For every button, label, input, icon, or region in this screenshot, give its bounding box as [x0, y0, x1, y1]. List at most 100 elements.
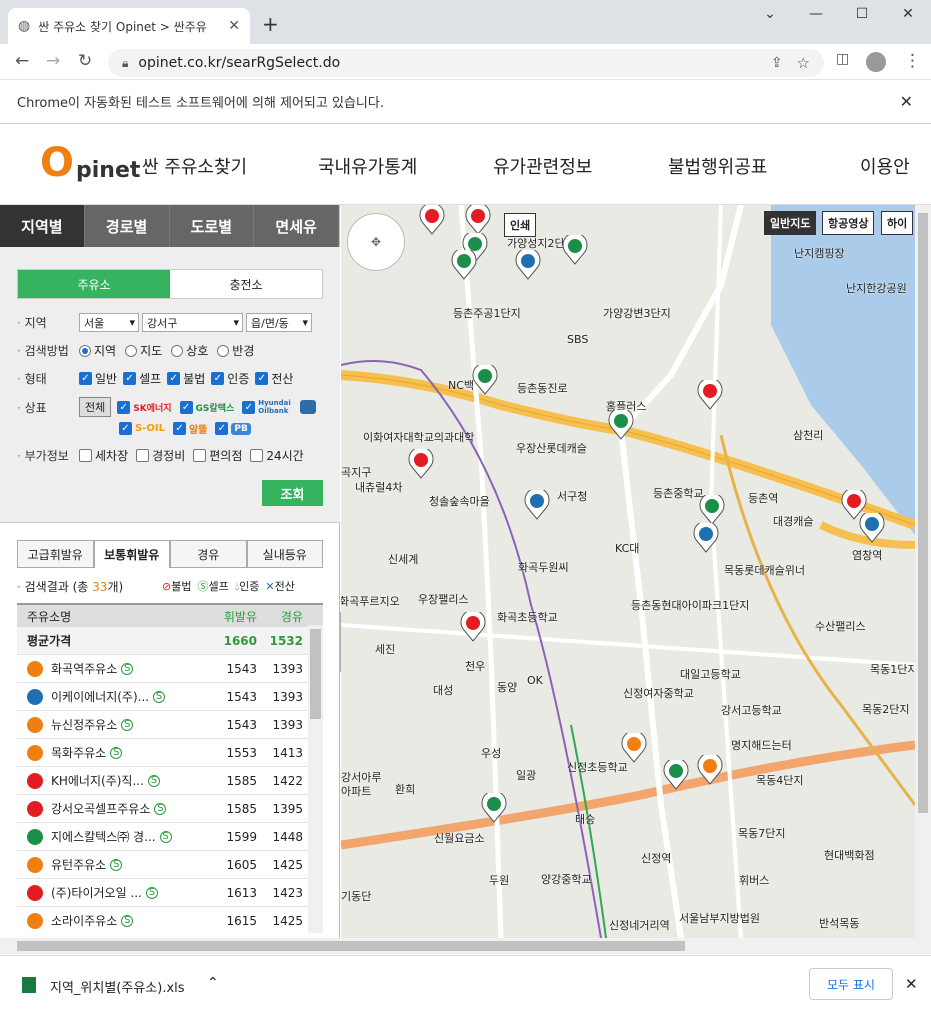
dong-select[interactable]: 읍/면/동 — [246, 313, 312, 332]
gas-station-marker-icon[interactable] — [663, 760, 689, 790]
map-pan-control[interactable]: ✥ — [347, 213, 405, 271]
method-name-radio[interactable]: 상호 — [171, 342, 208, 359]
sido-select[interactable]: 서울 — [79, 313, 139, 332]
chevron-down-icon[interactable]: ⌄ — [750, 6, 790, 22]
method-radius-radio[interactable]: 반경 — [217, 342, 254, 359]
menu-price-info[interactable]: 유가관련정보 — [493, 153, 592, 179]
back-icon[interactable]: ← — [15, 51, 29, 71]
brand-sk-checkbox[interactable]: ✓ — [117, 400, 131, 414]
brand-pb-checkbox[interactable]: ✓ — [215, 422, 229, 435]
station-name[interactable]: (주)타이거오일 ... — [51, 884, 142, 901]
brand-gs-checkbox[interactable]: ✓ — [179, 400, 193, 414]
table-row[interactable]: 뉴신정주유소 S 1543 1393 — [17, 711, 323, 739]
tab-region[interactable]: 지역별 — [0, 205, 85, 247]
page-horizontal-scrollbar[interactable] — [0, 938, 931, 954]
maximize-icon[interactable]: ☐ — [842, 6, 882, 22]
map-view[interactable]: ✥ 일반지도 항공영상 하이 인쇄 가양성지2단 난지캠핑장 난지한강공원 등촌주공1… — [341, 205, 915, 938]
tab-road[interactable]: 도로별 — [169, 205, 255, 247]
table-row[interactable]: 목화주유소 S 1553 1413 — [17, 739, 323, 767]
header-diesel[interactable]: 경유 — [257, 608, 303, 625]
menu-usage[interactable]: 이용안 — [860, 153, 910, 179]
station-name[interactable]: KH에너지(주)직... — [51, 772, 144, 789]
gas-station-marker-icon[interactable] — [419, 205, 445, 235]
menu-cheap-station[interactable]: 싼 주유소찾기 — [142, 153, 247, 179]
tab-diesel[interactable]: 경유 — [170, 540, 247, 568]
table-row[interactable]: 화곡역주유소 S 1543 1393 — [17, 655, 323, 683]
minimize-icon[interactable]: — — [796, 6, 836, 22]
forward-icon[interactable]: → — [46, 51, 60, 71]
gas-station-marker-icon[interactable] — [515, 250, 541, 280]
tab-kerosene[interactable]: 실내등유 — [246, 540, 323, 568]
gas-station-marker-icon[interactable] — [621, 733, 647, 763]
sigungu-select[interactable]: 강서구 — [142, 313, 243, 332]
brand-soil-checkbox[interactable]: ✓ — [119, 422, 132, 435]
table-row[interactable]: 유턴주유소 S 1605 1425 — [17, 851, 323, 879]
extra-store-checkbox[interactable]: 편의점 — [193, 447, 242, 464]
gas-station-marker-icon[interactable] — [697, 755, 723, 785]
menu-icon[interactable]: ⋮ — [904, 51, 921, 71]
download-filename[interactable]: 지역_위치별(주유소).xls — [50, 977, 185, 996]
print-button[interactable]: 인쇄 — [504, 213, 537, 237]
gas-station-marker-icon[interactable] — [693, 523, 719, 553]
type-computer-checkbox[interactable]: ✓ 전산 — [255, 370, 293, 387]
type-illegal-checkbox[interactable]: ✓ 불법 — [167, 370, 205, 387]
brand-hd-checkbox[interactable]: ✓ — [242, 400, 256, 414]
map-type-hybrid[interactable]: 하이 — [881, 211, 914, 235]
tab-gas-station[interactable]: 주유소 — [18, 270, 170, 298]
close-download-bar-icon[interactable]: ✕ — [905, 975, 918, 993]
gas-station-marker-icon[interactable] — [460, 612, 486, 642]
gas-station-marker-icon[interactable] — [408, 449, 434, 479]
profile-icon[interactable] — [866, 52, 886, 72]
gas-station-marker-icon[interactable] — [562, 235, 588, 265]
gas-station-marker-icon[interactable] — [451, 250, 477, 280]
station-name[interactable]: 이케이에너지(주)... — [51, 688, 149, 705]
station-name[interactable]: 뉴신정주유소 — [51, 716, 117, 733]
table-row[interactable]: 이케이에너지(주)... S 1543 1393 — [17, 683, 323, 711]
new-tab-icon[interactable]: + — [262, 12, 279, 36]
page-vertical-scrollbar[interactable] — [915, 205, 931, 938]
opinet-logo[interactable]: O pinet — [40, 143, 140, 183]
map-type-normal[interactable]: 일반지도 — [764, 211, 817, 235]
station-name[interactable]: 유턴주유소 — [51, 856, 106, 873]
gas-station-marker-icon[interactable] — [481, 793, 507, 823]
station-name[interactable]: 화곡역주유소 — [51, 660, 117, 677]
address-bar[interactable]: 🔒︎ opinet.co.kr/searRgSelect.do ⇪ ☆ — [108, 49, 824, 77]
tab-regular-gasoline[interactable]: 보통휘발유 — [93, 540, 170, 568]
table-row[interactable]: 소라이주유소 S 1615 1425 — [17, 907, 323, 933]
station-name[interactable]: 지에스칼텍스㈜ 경... — [51, 828, 156, 845]
download-options-icon[interactable]: ⌃ — [207, 975, 219, 991]
type-certified-checkbox[interactable]: ✓ 인증 — [211, 370, 249, 387]
menu-illegal[interactable]: 불법행위공표 — [668, 153, 767, 179]
gas-station-marker-icon[interactable] — [697, 380, 723, 410]
type-general-checkbox[interactable]: ✓ 일반 — [79, 370, 117, 387]
header-name[interactable]: 주유소명 — [17, 608, 207, 625]
side-panel-icon[interactable]: ◫ — [836, 51, 849, 67]
table-row[interactable]: 강서오곡셀프주유소 S 1585 1395 — [17, 795, 323, 823]
gas-station-marker-icon[interactable] — [699, 495, 725, 525]
extra-carwash-checkbox[interactable]: 세차장 — [79, 447, 128, 464]
gas-station-marker-icon[interactable] — [465, 205, 491, 235]
tab-route[interactable]: 경로별 — [84, 205, 170, 247]
extra-24h-checkbox[interactable]: 24시간 — [250, 447, 304, 464]
table-row[interactable]: KH에너지(주)직... S 1585 1422 — [17, 767, 323, 795]
tab-taxfree[interactable]: 면세유 — [254, 205, 339, 247]
type-self-checkbox[interactable]: ✓ 셀프 — [123, 370, 161, 387]
star-icon[interactable]: ☆ — [797, 54, 810, 72]
brand-altteul-checkbox[interactable]: ✓ — [172, 422, 186, 435]
table-row[interactable]: 지에스칼텍스㈜ 경... S 1599 1448 — [17, 823, 323, 851]
close-window-icon[interactable]: ✕ — [888, 6, 928, 22]
table-scrollbar[interactable] — [308, 625, 323, 933]
station-name[interactable]: 강서오곡셀프주유소 — [51, 800, 150, 817]
browser-tab[interactable]: ◍ 싼 주유소 찾기 Opinet > 싼주유 ✕ — [8, 8, 250, 44]
tab-charging-station[interactable]: 충전소 — [170, 270, 322, 298]
map-type-aerial[interactable]: 항공영상 — [822, 211, 875, 235]
search-button[interactable]: 조회 — [262, 480, 323, 506]
show-all-downloads-button[interactable]: 모두 표시 — [809, 968, 893, 1000]
station-name[interactable]: 목화주유소 — [51, 744, 106, 761]
table-row[interactable]: (주)타이거오일 ... S 1613 1423 — [17, 879, 323, 907]
header-gasoline[interactable]: 휘발유 — [207, 608, 257, 625]
close-tab-icon[interactable]: ✕ — [228, 18, 240, 34]
method-region-radio[interactable]: 지역 — [79, 342, 116, 359]
close-infobar-icon[interactable]: ✕ — [900, 92, 913, 111]
gas-station-marker-icon[interactable] — [524, 490, 550, 520]
